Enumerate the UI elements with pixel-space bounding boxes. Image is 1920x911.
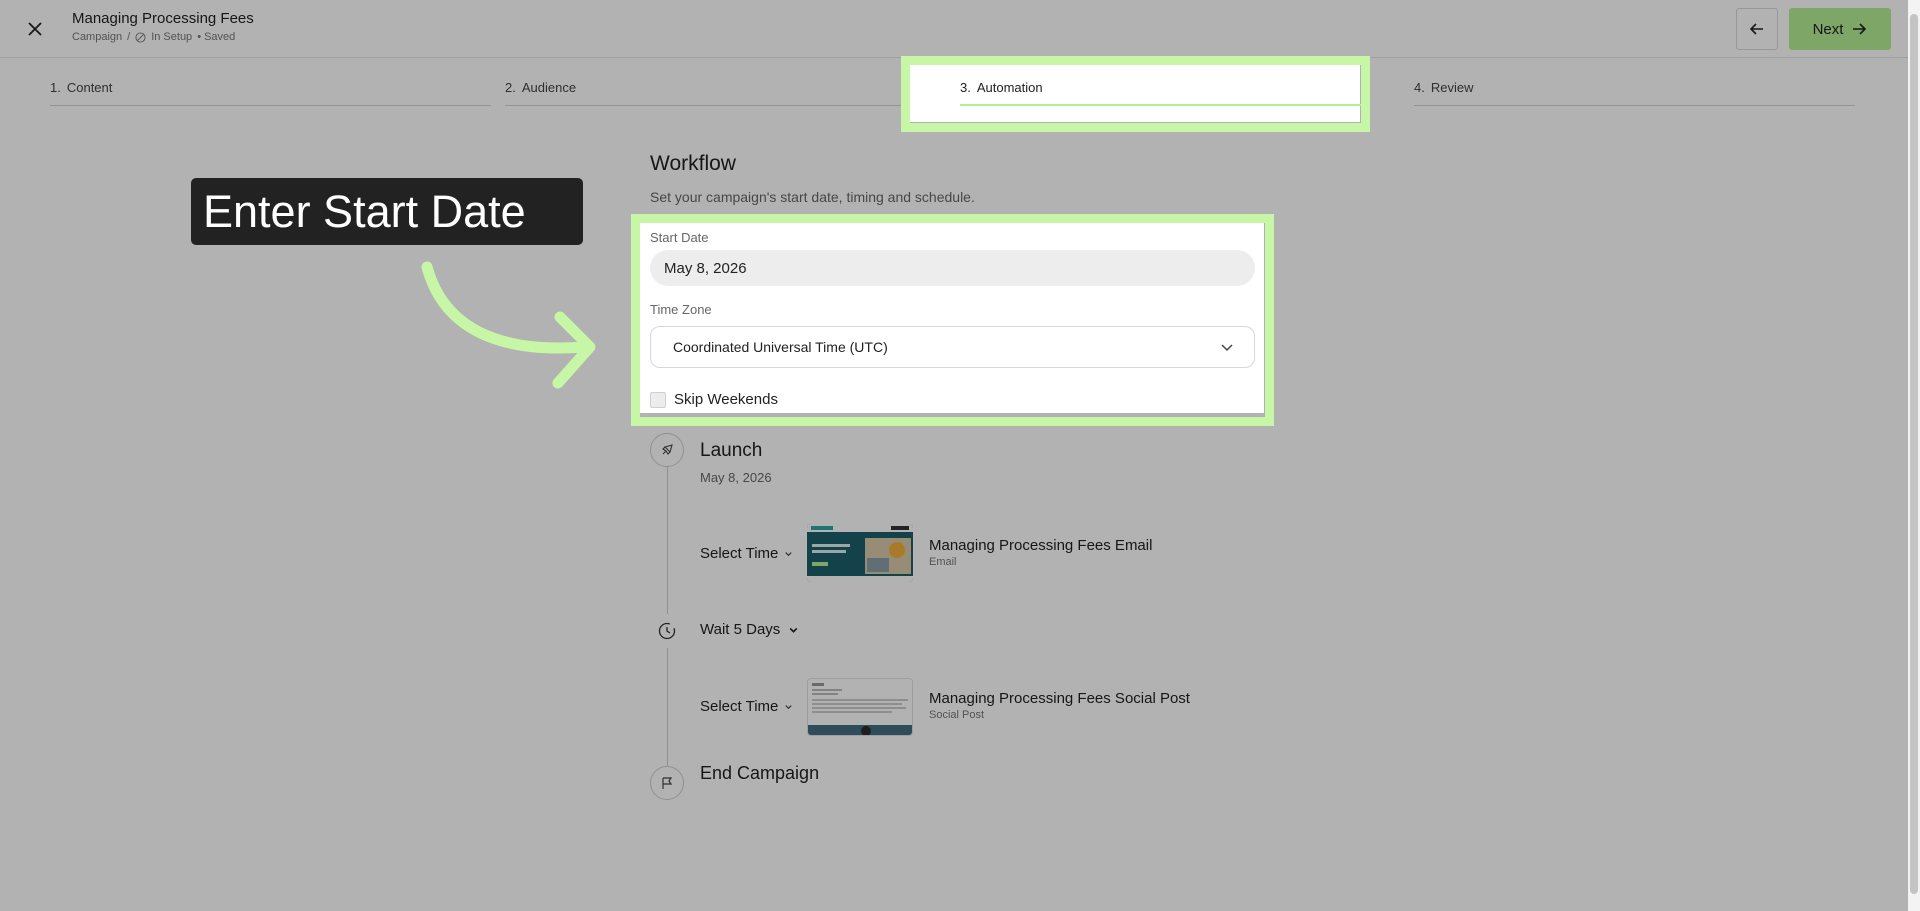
flag-icon [662,777,673,789]
step-label: Content [66,80,113,95]
app-header: Managing Processing Fees Campaign / In S… [0,0,1908,58]
tutorial-callout: Enter Start Date [191,178,583,245]
wait-node [650,614,684,648]
step-number: 4. [1414,80,1425,95]
chevron-down-icon [785,552,792,557]
end-campaign-title: End Campaign [700,763,820,783]
email-asset-title[interactable]: Managing Processing Fees Email [929,537,1152,554]
select-time-dropdown[interactable]: Select Time [700,545,793,562]
breadcrumb: Campaign / In Setup • Saved [72,31,254,43]
select-time-label: Select Time [700,698,779,715]
step-number: 2. [505,80,516,95]
select-time-dropdown[interactable]: Select Time [700,698,793,715]
step-number: 1. [50,80,61,95]
chevron-down-icon [789,627,798,633]
step-review[interactable]: 4. Review [1414,80,1855,106]
next-button[interactable]: Next [1789,8,1891,50]
arrow-right-icon [1853,23,1867,35]
next-button-label: Next [1812,20,1844,38]
scrollbar-thumb[interactable] [1910,14,1918,894]
status-text: In Setup [151,31,193,43]
title-block: Managing Processing Fees Campaign / In S… [72,10,254,43]
select-time-label: Select Time [700,545,779,562]
step-label: Audience [521,80,577,95]
callout-arrow-icon [421,261,596,389]
saved-text: • Saved [197,31,236,43]
page-title: Managing Processing Fees [72,10,254,27]
step-content[interactable]: 1. Content [50,80,491,106]
callout-text: Enter Start Date [203,185,526,237]
email-preview-image [807,524,913,582]
active-step-highlight [901,56,1370,132]
tutorial-dim-overlay [0,0,1908,911]
workflow-subtitle: Set your campaign's start date, timing a… [650,189,975,205]
end-node [650,766,684,800]
clock-icon [658,622,676,640]
step-audience[interactable]: 2. Audience [505,80,946,106]
back-button[interactable] [1736,8,1778,50]
step-label: Review [1430,80,1474,95]
close-button[interactable] [22,16,48,42]
launch-node [650,433,684,467]
status-icon [135,31,146,43]
launch-date: May 8, 2026 [700,470,772,485]
wait-dropdown[interactable]: Wait 5 Days [700,621,799,638]
social-asset-title[interactable]: Managing Processing Fees Social Post [929,690,1190,707]
rocket-icon [662,444,673,455]
social-post-thumbnail[interactable] [807,678,913,736]
workflow-title: Workflow [650,152,736,175]
email-thumbnail[interactable] [807,524,913,582]
breadcrumb-separator: / [127,31,131,43]
close-icon [28,22,42,36]
email-asset-type: Email [929,556,957,568]
chevron-down-icon [785,705,792,710]
wait-label: Wait 5 Days [700,621,781,638]
launch-title: Launch [700,440,763,461]
social-asset-type: Social Post [929,709,985,721]
social-preview-image [808,679,912,735]
arrow-left-icon [1749,23,1763,35]
form-highlight [631,214,1274,426]
breadcrumb-root[interactable]: Campaign [72,31,122,43]
